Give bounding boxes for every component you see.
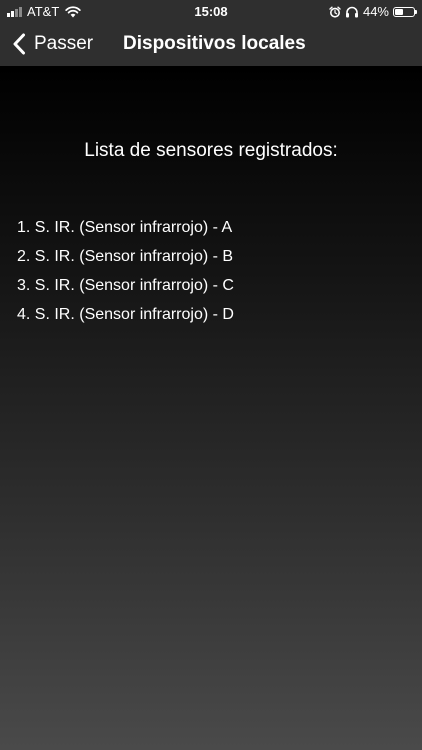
battery-level [395, 8, 403, 15]
back-button[interactable]: Passer [12, 22, 93, 66]
back-button-label: Passer [34, 33, 94, 54]
alarm-icon [329, 6, 341, 18]
battery-icon [393, 6, 417, 17]
app-screen: AT&T 15:08 44% Passer Dispositivos local… [0, 0, 422, 750]
sensor-list-item: 4. S. IR. (Sensor infrarrojo) - D [17, 306, 234, 323]
chevron-left-icon [13, 33, 25, 55]
sensor-list-item: 3. S. IR. (Sensor infrarrojo) - C [17, 277, 234, 294]
battery-percent: 44% [362, 4, 389, 19]
status-bar: AT&T 15:08 44% [0, 0, 422, 22]
sensor-list-item: 1. S. IR. (Sensor infrarrojo) - A [17, 219, 233, 236]
headphones-icon [345, 6, 358, 17]
status-bar-right: 44% [329, 4, 417, 19]
sensor-list-item: 2. S. IR. (Sensor infrarrojo) - B [17, 248, 234, 265]
sensor-list: 1. S. IR. (Sensor infrarrojo) - A 2. S. … [17, 218, 234, 334]
main-content: Lista de sensores registrados: 1. S. IR.… [0, 66, 422, 750]
sensor-list-heading: Lista de sensores registrados: [84, 140, 338, 161]
page-title: Dispositivos locales [123, 33, 306, 54]
navigation-bar: Passer Dispositivos locales [0, 22, 422, 66]
